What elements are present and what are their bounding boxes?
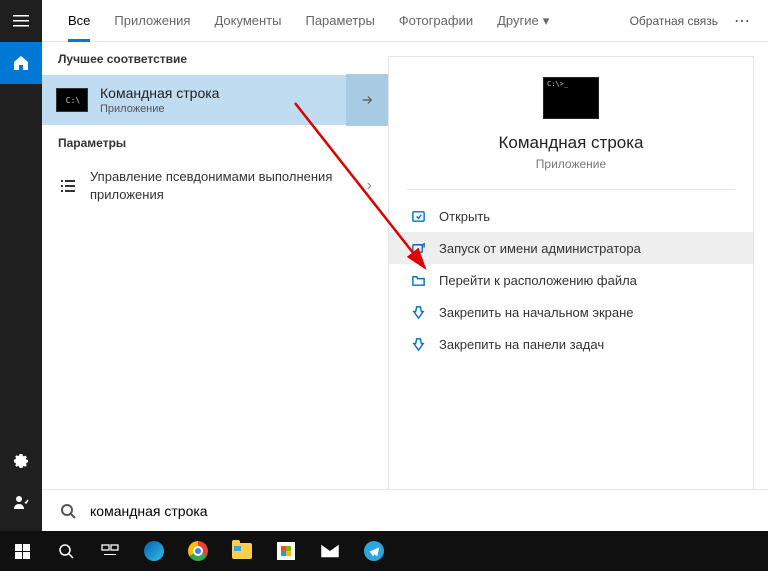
hamburger-icon[interactable] — [0, 0, 42, 42]
best-match-header: Лучшее соответствие — [42, 42, 388, 74]
tab-apps[interactable]: Приложения — [102, 0, 202, 42]
folder-icon — [409, 271, 427, 289]
search-row — [42, 489, 768, 531]
action-label: Закрепить на начальном экране — [439, 305, 634, 320]
expand-arrow-icon[interactable] — [346, 74, 388, 126]
windows-logo-icon — [15, 544, 30, 559]
action-label: Перейти к расположению файла — [439, 273, 637, 288]
taskbar-search-icon[interactable] — [44, 531, 88, 571]
more-icon[interactable]: ⋯ — [730, 11, 754, 31]
preview-app-icon — [543, 77, 599, 119]
start-button[interactable] — [0, 531, 44, 571]
telegram-icon — [364, 541, 384, 561]
taskbar-store[interactable] — [264, 531, 308, 571]
action-run-admin[interactable]: Запуск от имени администратора — [389, 232, 753, 264]
tab-all[interactable]: Все — [56, 0, 102, 42]
settings-result-item[interactable]: Управление псевдонимами выполнения прило… — [42, 158, 388, 213]
mail-icon — [320, 541, 340, 561]
task-view-icon[interactable] — [88, 531, 132, 571]
pin-taskbar-icon — [409, 335, 427, 353]
preview-panel: Командная строка Приложение Открыть Запу… — [388, 56, 754, 531]
account-icon[interactable] — [0, 481, 42, 523]
folder-icon — [232, 543, 252, 559]
search-icon — [60, 503, 76, 519]
filter-tabs: Все Приложения Документы Параметры Фотог… — [42, 0, 768, 42]
tab-other[interactable]: Другие▾ — [485, 0, 561, 42]
edge-icon — [144, 541, 164, 561]
search-input[interactable] — [90, 503, 750, 519]
preview-subtitle: Приложение — [536, 157, 606, 171]
divider — [407, 189, 735, 190]
cmd-icon: C:\ — [56, 88, 88, 112]
best-match-subtitle: Приложение — [100, 103, 219, 115]
results-panel: Лучшее соответствие C:\ Командная строка… — [42, 42, 388, 531]
feedback-link[interactable]: Обратная связь — [630, 14, 718, 28]
chevron-down-icon: ▾ — [543, 13, 550, 29]
gear-icon[interactable] — [0, 439, 42, 481]
preview-title: Командная строка — [498, 133, 643, 153]
action-open[interactable]: Открыть — [389, 200, 753, 232]
best-match-title: Командная строка — [100, 85, 219, 101]
settings-item-label: Управление псевдонимами выполнения прило… — [90, 168, 367, 203]
admin-icon — [409, 239, 427, 257]
home-icon[interactable] — [0, 42, 42, 84]
tab-docs[interactable]: Документы — [202, 0, 293, 42]
best-match-result[interactable]: C:\ Командная строка Приложение — [42, 74, 388, 126]
tab-settings[interactable]: Параметры — [293, 0, 386, 42]
open-icon — [409, 207, 427, 225]
action-open-location[interactable]: Перейти к расположению файла — [389, 264, 753, 296]
action-list: Открыть Запуск от имени администратора П… — [389, 200, 753, 360]
taskbar — [0, 531, 768, 571]
taskbar-edge[interactable] — [132, 531, 176, 571]
action-pin-start[interactable]: Закрепить на начальном экране — [389, 296, 753, 328]
action-label: Открыть — [439, 209, 490, 224]
store-icon — [277, 542, 295, 560]
settings-header: Параметры — [42, 126, 388, 158]
action-pin-taskbar[interactable]: Закрепить на панели задач — [389, 328, 753, 360]
pin-start-icon — [409, 303, 427, 321]
list-icon — [58, 178, 78, 194]
action-label: Запуск от имени администратора — [439, 241, 641, 256]
tab-photos[interactable]: Фотографии — [387, 0, 485, 42]
taskbar-telegram[interactable] — [352, 531, 396, 571]
taskbar-explorer[interactable] — [220, 531, 264, 571]
sidebar — [0, 0, 42, 531]
taskbar-mail[interactable] — [308, 531, 352, 571]
chevron-right-icon: › — [367, 177, 372, 195]
action-label: Закрепить на панели задач — [439, 337, 604, 352]
taskbar-chrome[interactable] — [176, 531, 220, 571]
chrome-icon — [188, 541, 208, 561]
